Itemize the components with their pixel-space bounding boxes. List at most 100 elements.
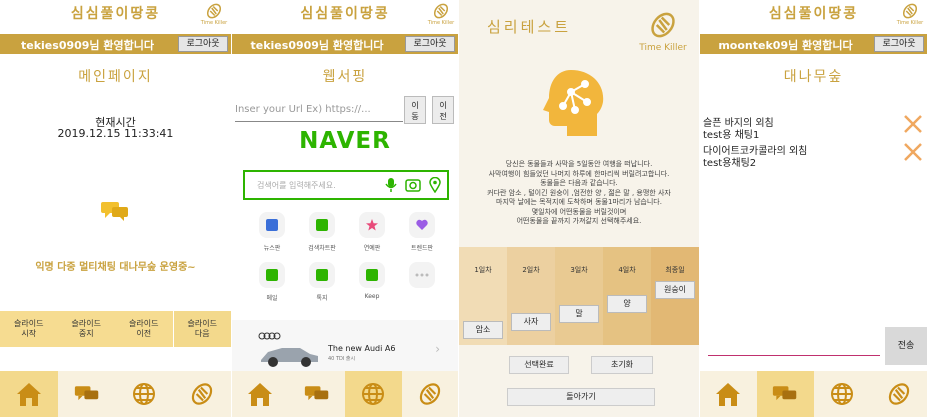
slogan-text: 익명 다중 멀티채팅 대나무숲 운영중~ (35, 262, 196, 273)
nav-chat[interactable] (289, 371, 346, 417)
move-button[interactable]: 이동 (404, 96, 426, 124)
brand-label: Time Killer (427, 20, 455, 26)
home-icon (716, 383, 741, 406)
service-keep[interactable]: Keep (352, 262, 392, 300)
go-back-button[interactable]: 돌아가기 (507, 388, 655, 406)
app-title: 심심풀이땅콩 (70, 6, 161, 22)
web-surfing-screen: 심심풀이땅콩 Time Killer tekies0909님 환영합니다 로그아… (232, 0, 458, 417)
nav-test[interactable] (402, 371, 459, 417)
service-news[interactable]: 뉴스판 (252, 212, 292, 252)
day-column[interactable]: 2일차 사자 (507, 247, 555, 345)
location-icon[interactable] (429, 176, 441, 197)
animal-card[interactable]: 원숭이 (655, 281, 695, 299)
select-done-button[interactable]: 선택완료 (509, 356, 569, 374)
service-search-chart[interactable]: 검색차트판 (302, 212, 342, 252)
nav-web[interactable] (116, 371, 174, 417)
mic-icon[interactable] (385, 177, 397, 197)
service-more[interactable] (402, 262, 442, 293)
service-entertainment[interactable]: 연예판 (352, 212, 392, 252)
service-mail[interactable]: 메일 (252, 262, 292, 302)
more-icon (409, 262, 435, 288)
close-icon[interactable] (903, 142, 923, 166)
day-label: 2일차 (522, 266, 540, 274)
home-icon (248, 383, 273, 406)
user-greeting: tekies0909님 환영합니다 (21, 39, 154, 52)
close-icon[interactable] (903, 114, 923, 138)
chat-bubbles-icon (100, 200, 130, 226)
btn-label: 슬라이드 (71, 319, 101, 328)
slide-prev-button[interactable]: 슬라이드 이전 (115, 311, 173, 347)
animal-card[interactable]: 사자 (511, 313, 551, 331)
day-label: 최종일 (665, 266, 685, 274)
service-label: 메일 (266, 295, 278, 302)
back-button[interactable]: 이전 (432, 96, 454, 124)
day-column[interactable]: 4일차 양 (603, 247, 651, 345)
nav-test[interactable] (173, 371, 231, 417)
search-placeholder: 검색어를 입력해주세요. (257, 181, 336, 190)
slide-next-button[interactable]: 슬라이드 다음 (172, 311, 231, 347)
logout-button[interactable]: 로그아웃 (178, 36, 228, 52)
animal-card[interactable]: 말 (559, 305, 599, 323)
time-value: 2019.12.15 11:33:41 (57, 127, 174, 140)
story-line: 몇일차에 어떤동물을 버릴것이며 (531, 207, 627, 216)
logout-button[interactable]: 로그아웃 (405, 36, 455, 52)
globe-icon (830, 383, 853, 405)
message-input[interactable] (708, 320, 880, 356)
naver-logo: NAVER (299, 128, 391, 154)
time-killer-logo: Time Killer (633, 10, 693, 53)
send-button[interactable]: 전송 (885, 327, 927, 365)
nav-home[interactable] (0, 371, 58, 417)
nav-test[interactable] (870, 371, 927, 417)
story-line: 어떤동물을 끝까지 가져갈지 선택해주세요. (516, 217, 642, 225)
service-label: 검색차트판 (308, 245, 336, 252)
logout-button[interactable]: 로그아웃 (874, 36, 924, 52)
post-room: test용 채팅1 (703, 130, 760, 141)
day-column[interactable]: 최종일 원숭이 (651, 247, 699, 345)
btn-label: 전 (439, 112, 447, 121)
audi-rings-logo (258, 332, 281, 340)
nav-web[interactable] (814, 371, 871, 417)
animal-card[interactable]: 암소 (463, 321, 503, 339)
home-icon (16, 383, 41, 406)
story-line: 마지막 날에는 목적지에 도착하며 동물1마리가 남습니다. (496, 198, 662, 206)
btn-label: 이 (439, 101, 447, 110)
slide-stop-button[interactable]: 슬라이드 중지 (58, 311, 116, 347)
nav-home[interactable] (232, 371, 289, 417)
user-bar: moontek09님 환영합니다 로그아웃 (700, 34, 927, 54)
day-label: 3일차 (570, 266, 588, 274)
story-line: 동물들은 다음과 같습니다. (540, 179, 618, 187)
audi-ad-banner[interactable]: The new Audi A6 40 TDI 출시 › (232, 320, 458, 372)
peanut-icon (206, 3, 222, 19)
naver-search-box[interactable]: 검색어를 입력해주세요. (243, 170, 449, 200)
nav-chat[interactable] (756, 371, 814, 417)
slide-start-button[interactable]: 슬라이드 시작 (0, 311, 58, 347)
day-column[interactable]: 1일차 암소 (459, 247, 507, 345)
service-label: 뉴스판 (263, 245, 281, 252)
globe-icon (362, 383, 385, 405)
url-input[interactable]: Inser your Url Ex) https://... (235, 96, 403, 122)
btn-label: 슬라이드 (187, 319, 217, 328)
story-line: 커다란 암소 , 털이긴 원숭이 ,엄전한 양 , 젊은 말 , 용맹한 사자 (487, 188, 671, 197)
animal-card[interactable]: 양 (607, 295, 647, 313)
day-column[interactable]: 3일차 말 (555, 247, 603, 345)
post-list-item[interactable]: 슬픈 바지의 외침 test용 채팅1 (703, 114, 927, 141)
btn-label: 이 (411, 101, 419, 110)
service-talk[interactable]: 톡지 (302, 262, 342, 302)
btn-label: 시작 (21, 329, 37, 338)
ad-subtitle: 40 TDI 출시 (328, 356, 356, 362)
bottom-nav (0, 371, 231, 417)
nav-home[interactable] (700, 371, 757, 417)
chat-icon (772, 386, 797, 401)
chevron-right-icon: › (435, 342, 440, 356)
post-list-item[interactable]: 다이어트코카콜라의 외침 test용채팅2 (703, 142, 927, 169)
btn-label: 동 (411, 112, 419, 121)
peanut-icon (902, 3, 918, 19)
globe-icon (133, 383, 156, 405)
time-killer-logo: Time Killer (895, 2, 925, 26)
reset-button[interactable]: 초기화 (591, 356, 653, 374)
camera-icon[interactable] (405, 177, 421, 197)
nav-web[interactable] (345, 371, 402, 417)
nav-chat[interactable] (58, 371, 116, 417)
mail-icon (259, 262, 285, 288)
service-trend[interactable]: 트렌드판 (402, 212, 442, 252)
